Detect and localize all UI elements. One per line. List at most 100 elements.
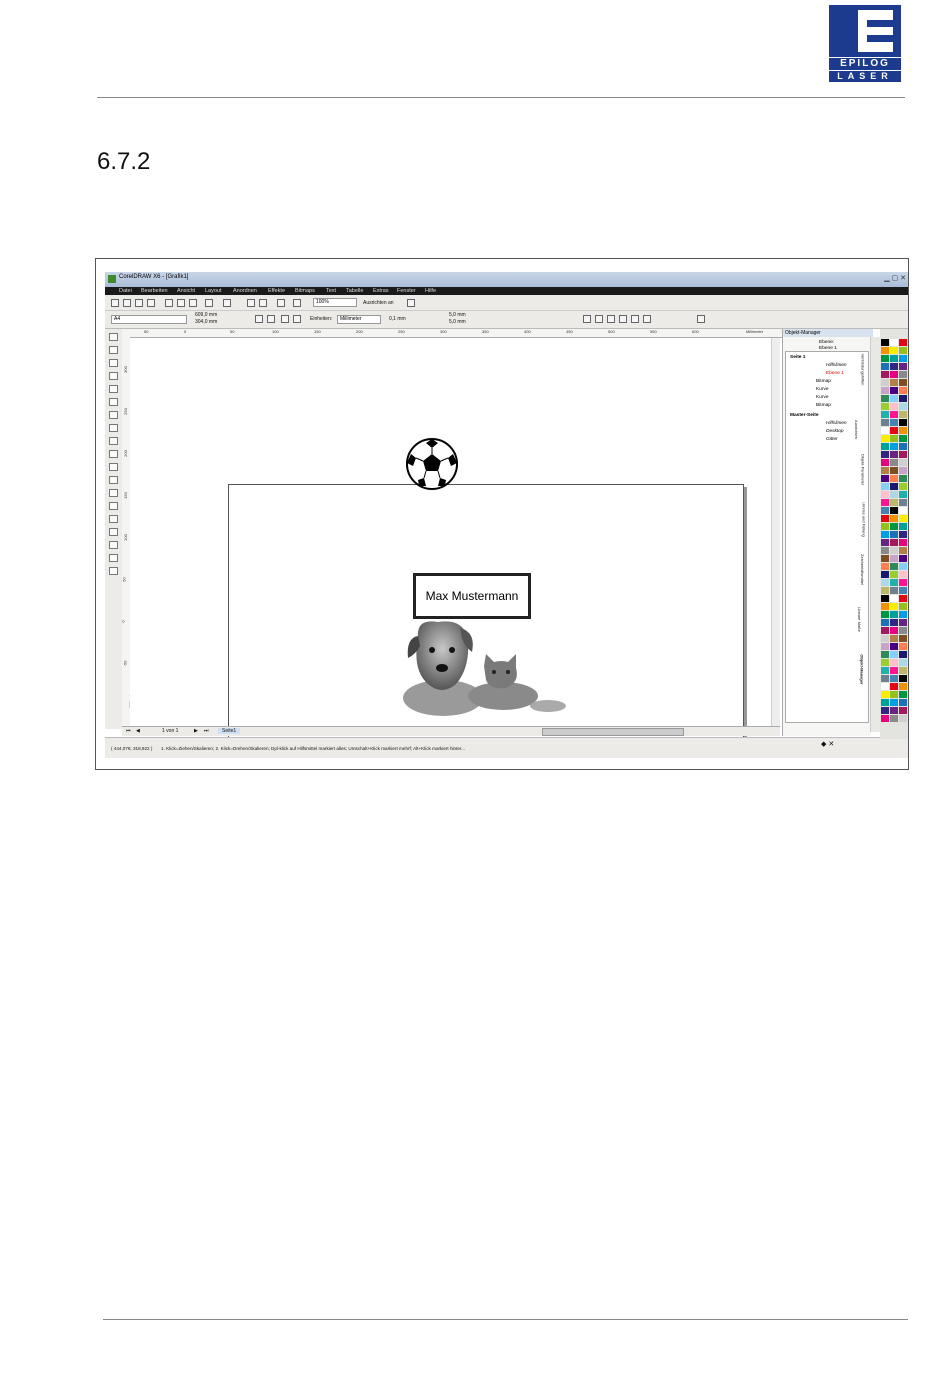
- tree-object-bitmap[interactable]: Bitmap: [816, 402, 831, 409]
- next-page-icon[interactable]: ▶: [194, 728, 198, 734]
- color-swatch[interactable]: [890, 651, 898, 658]
- color-swatch[interactable]: [899, 563, 907, 570]
- color-swatch[interactable]: [881, 707, 889, 714]
- color-swatch[interactable]: [899, 491, 907, 498]
- menu-hilfe[interactable]: Hilfe: [425, 287, 436, 295]
- color-swatch[interactable]: [890, 539, 898, 546]
- color-swatch[interactable]: [890, 411, 898, 418]
- vertical-scrollbar[interactable]: [771, 338, 780, 726]
- color-swatch[interactable]: [899, 459, 907, 466]
- color-swatch[interactable]: [899, 347, 907, 354]
- menu-layout[interactable]: Layout: [205, 287, 222, 295]
- color-swatch[interactable]: [899, 475, 907, 482]
- color-swatch[interactable]: [890, 563, 898, 570]
- docker-tab[interactable]: Lineare Maße: [857, 607, 862, 632]
- tree-layer-gitter[interactable]: Gitter: [826, 436, 838, 443]
- color-swatch[interactable]: [890, 595, 898, 602]
- color-swatch[interactable]: [899, 411, 907, 418]
- tree-page-seite1[interactable]: Seite 1: [790, 354, 805, 361]
- color-swatch[interactable]: [890, 547, 898, 554]
- color-swatch[interactable]: [890, 715, 898, 722]
- color-swatch[interactable]: [881, 579, 889, 586]
- interactive-fill-tool-icon[interactable]: [109, 567, 118, 575]
- docker-tab[interactable]: Verbindungshilfen: [860, 354, 865, 386]
- open-icon[interactable]: [123, 299, 131, 307]
- tree-layer-ebene1[interactable]: Ebene 1: [826, 370, 844, 377]
- menu-text[interactable]: Text: [326, 287, 336, 295]
- print-icon[interactable]: [147, 299, 155, 307]
- color-swatch[interactable]: [881, 635, 889, 642]
- tree-layer-hilfslinien[interactable]: Hilfslinien: [826, 420, 847, 427]
- color-swatch[interactable]: [881, 539, 889, 546]
- color-swatch[interactable]: [890, 459, 898, 466]
- color-swatch[interactable]: [899, 395, 907, 402]
- color-swatch[interactable]: [881, 715, 889, 722]
- color-swatch[interactable]: [890, 339, 898, 346]
- color-swatch[interactable]: [899, 627, 907, 634]
- color-swatch[interactable]: [881, 595, 889, 602]
- tree-page-master[interactable]: Master-Seite: [790, 412, 819, 419]
- color-swatch[interactable]: [881, 507, 889, 514]
- color-swatch[interactable]: [890, 363, 898, 370]
- color-swatch[interactable]: [899, 651, 907, 658]
- color-swatch[interactable]: [890, 467, 898, 474]
- color-swatch[interactable]: [899, 547, 907, 554]
- color-swatch[interactable]: [899, 683, 907, 690]
- color-swatch[interactable]: [890, 659, 898, 666]
- color-swatch[interactable]: [890, 395, 898, 402]
- color-swatch[interactable]: [890, 587, 898, 594]
- page-size-select[interactable]: A4: [111, 315, 187, 324]
- welcome-icon[interactable]: [293, 299, 301, 307]
- color-swatch[interactable]: [899, 419, 907, 426]
- import-icon[interactable]: [247, 299, 255, 307]
- color-swatch[interactable]: [881, 347, 889, 354]
- undo-icon[interactable]: [205, 299, 213, 307]
- color-swatch[interactable]: [881, 611, 889, 618]
- export-icon[interactable]: [259, 299, 267, 307]
- color-swatch[interactable]: [881, 363, 889, 370]
- app-launcher-icon[interactable]: [277, 299, 285, 307]
- save-icon[interactable]: [135, 299, 143, 307]
- color-swatch[interactable]: [890, 699, 898, 706]
- all-pages-icon[interactable]: [281, 315, 289, 323]
- color-swatch[interactable]: [881, 339, 889, 346]
- color-swatch[interactable]: [899, 715, 907, 722]
- menu-extras[interactable]: Extras: [373, 287, 389, 295]
- color-swatch[interactable]: [890, 451, 898, 458]
- color-swatch[interactable]: [881, 683, 889, 690]
- color-swatch[interactable]: [890, 611, 898, 618]
- color-swatch[interactable]: [881, 483, 889, 490]
- snap-to-menu[interactable]: Ausrichten an: [363, 299, 394, 307]
- color-swatch[interactable]: [890, 379, 898, 386]
- zoom-tool-icon[interactable]: [109, 372, 118, 380]
- color-swatch[interactable]: [881, 387, 889, 394]
- menu-fenster[interactable]: Fenster: [397, 287, 416, 295]
- dog-and-cat-bitmap[interactable]: [398, 618, 568, 718]
- color-swatch[interactable]: [881, 523, 889, 530]
- color-swatch[interactable]: [881, 571, 889, 578]
- tree-layer-desktop[interactable]: Desktop: [826, 428, 844, 435]
- color-swatch[interactable]: [890, 619, 898, 626]
- color-swatch[interactable]: [890, 427, 898, 434]
- color-swatch[interactable]: [899, 659, 907, 666]
- color-swatch[interactable]: [881, 699, 889, 706]
- color-swatch[interactable]: [881, 371, 889, 378]
- color-swatch[interactable]: [881, 379, 889, 386]
- docker-tab-object-manager[interactable]: Objekt-Manager: [860, 654, 865, 684]
- color-swatch[interactable]: [890, 515, 898, 522]
- color-swatch[interactable]: [899, 379, 907, 386]
- color-swatch[interactable]: [899, 603, 907, 610]
- color-swatch[interactable]: [899, 667, 907, 674]
- color-swatch[interactable]: [881, 563, 889, 570]
- color-swatch[interactable]: [890, 475, 898, 482]
- color-swatch[interactable]: [890, 443, 898, 450]
- horizontal-scrollbar[interactable]: [542, 728, 684, 736]
- color-swatch[interactable]: [881, 355, 889, 362]
- color-swatch[interactable]: [881, 643, 889, 650]
- color-swatch[interactable]: [899, 499, 907, 506]
- color-swatch[interactable]: [890, 435, 898, 442]
- color-swatch[interactable]: [890, 683, 898, 690]
- horizontal-ruler[interactable]: 50 0 50 100 150 200 250 300 350 400 450 …: [122, 329, 782, 338]
- color-swatch[interactable]: [881, 459, 889, 466]
- prev-page-icon[interactable]: ◀: [136, 728, 140, 734]
